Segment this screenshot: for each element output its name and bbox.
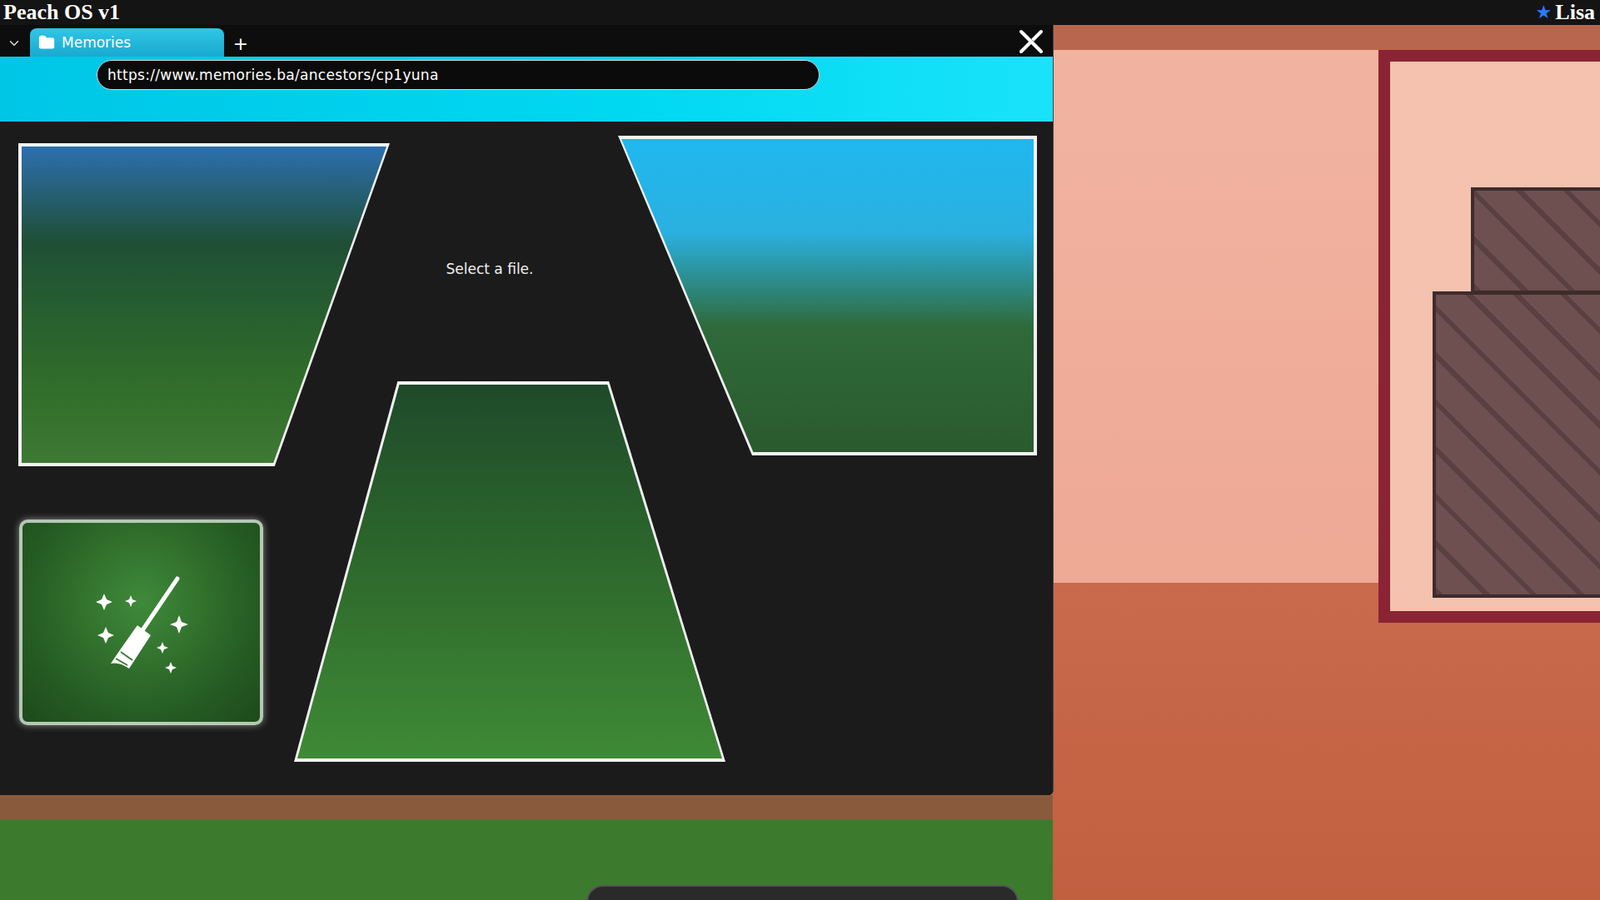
memory-photo[interactable] bbox=[618, 135, 1037, 456]
address-field[interactable]: https://www.memories.ba/ancestors/cp1yun… bbox=[96, 59, 820, 90]
folder-icon bbox=[38, 34, 55, 51]
crate-stack bbox=[1432, 291, 1600, 599]
browser-tab[interactable]: Memories bbox=[29, 28, 225, 57]
top-bar: Peach OS v1 ★Lisa bbox=[0, 0, 1600, 25]
star-icon: ★ bbox=[1535, 3, 1553, 22]
close-x-icon bbox=[1018, 29, 1044, 55]
crate bbox=[1470, 187, 1600, 295]
tab-menu-button[interactable] bbox=[3, 29, 25, 57]
tab-bar: Memories + bbox=[0, 24, 1053, 57]
memory-photo[interactable] bbox=[294, 381, 726, 763]
chevron-down-icon bbox=[6, 35, 22, 51]
close-button[interactable] bbox=[1016, 26, 1047, 57]
user-badge[interactable]: ★Lisa bbox=[1535, 0, 1596, 25]
game-screen: Peach OS v1 ★Lisa Memories +https://www.mem… bbox=[0, 0, 1600, 900]
os-title: Peach OS v1 bbox=[3, 0, 120, 25]
tab-label: Memories bbox=[61, 34, 131, 51]
select-prompt: Select a file. bbox=[391, 259, 589, 279]
browser-window: Memories +https://www.memories.ba/ancesto… bbox=[0, 24, 1054, 796]
dialog-box bbox=[586, 885, 1019, 900]
clear-button[interactable] bbox=[19, 519, 264, 726]
broom-icon bbox=[87, 568, 196, 678]
memory-photo[interactable] bbox=[18, 143, 390, 467]
address-band: https://www.memories.ba/ancestors/cp1yun… bbox=[0, 56, 1053, 122]
gallery: Select a file. bbox=[0, 121, 1053, 796]
new-tab-button[interactable]: + bbox=[229, 29, 253, 57]
user-name: Lisa bbox=[1555, 0, 1596, 25]
